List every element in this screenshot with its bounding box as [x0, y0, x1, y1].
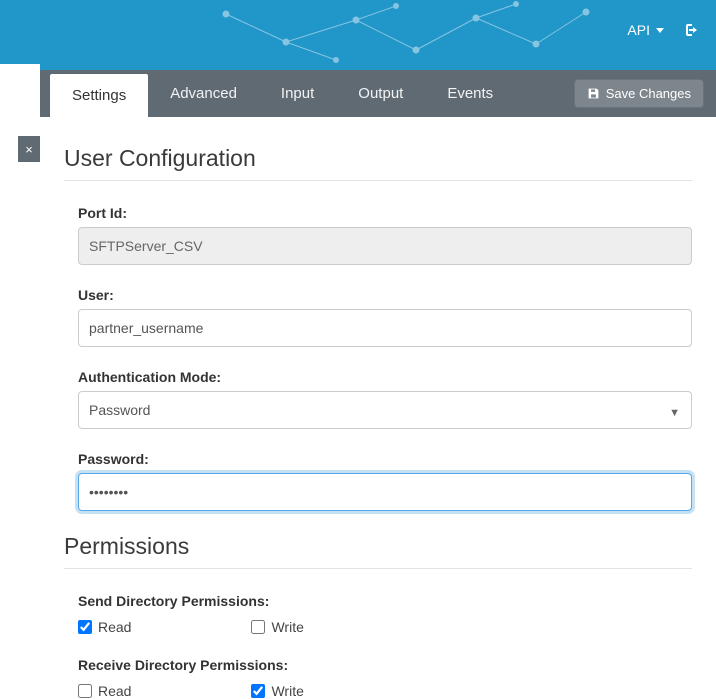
tab-label: Settings [72, 87, 126, 104]
header-decoration [216, 0, 596, 64]
tab-input[interactable]: Input [259, 70, 336, 117]
receive-read-option[interactable]: Read [78, 683, 131, 699]
save-changes-button[interactable]: Save Changes [574, 79, 704, 108]
tab-label: Advanced [170, 85, 237, 102]
password-input[interactable] [78, 473, 692, 511]
close-icon: × [25, 142, 33, 157]
save-icon [587, 87, 600, 100]
section-title-permissions: Permissions [64, 533, 692, 569]
port-id-input [78, 227, 692, 265]
write-label: Write [271, 683, 303, 699]
tab-label: Events [447, 85, 493, 102]
logout-icon[interactable] [682, 22, 698, 38]
api-dropdown[interactable]: API [627, 22, 664, 38]
tab-label: Input [281, 85, 314, 102]
content-area: User Configuration Port Id: User: Authen… [40, 117, 716, 699]
receive-write-option[interactable]: Write [251, 683, 303, 699]
section-title-user-config: User Configuration [64, 145, 692, 181]
app-header: API [0, 0, 716, 64]
tab-output[interactable]: Output [336, 70, 425, 117]
send-permissions-label: Send Directory Permissions: [78, 593, 692, 609]
auth-mode-select[interactable]: Password [78, 391, 692, 429]
api-label: API [627, 22, 650, 38]
tab-bar: Settings Advanced Input Output Events Sa… [40, 70, 716, 117]
send-write-option[interactable]: Write [251, 619, 303, 635]
send-read-option[interactable]: Read [78, 619, 131, 635]
receive-read-checkbox[interactable] [78, 684, 92, 698]
send-read-checkbox[interactable] [78, 620, 92, 634]
caret-down-icon [656, 28, 664, 33]
receive-permissions-label: Receive Directory Permissions: [78, 657, 692, 673]
read-label: Read [98, 683, 131, 699]
tab-advanced[interactable]: Advanced [148, 70, 259, 117]
tab-label: Output [358, 85, 403, 102]
send-write-checkbox[interactable] [251, 620, 265, 634]
user-label: User: [78, 287, 692, 303]
read-label: Read [98, 619, 131, 635]
port-id-label: Port Id: [78, 205, 692, 221]
tab-events[interactable]: Events [425, 70, 515, 117]
close-panel-button[interactable]: × [18, 136, 40, 162]
tab-settings[interactable]: Settings [50, 74, 148, 117]
user-input[interactable] [78, 309, 692, 347]
receive-write-checkbox[interactable] [251, 684, 265, 698]
password-label: Password: [78, 451, 692, 467]
write-label: Write [271, 619, 303, 635]
save-button-label: Save Changes [606, 86, 691, 101]
auth-mode-label: Authentication Mode: [78, 369, 692, 385]
